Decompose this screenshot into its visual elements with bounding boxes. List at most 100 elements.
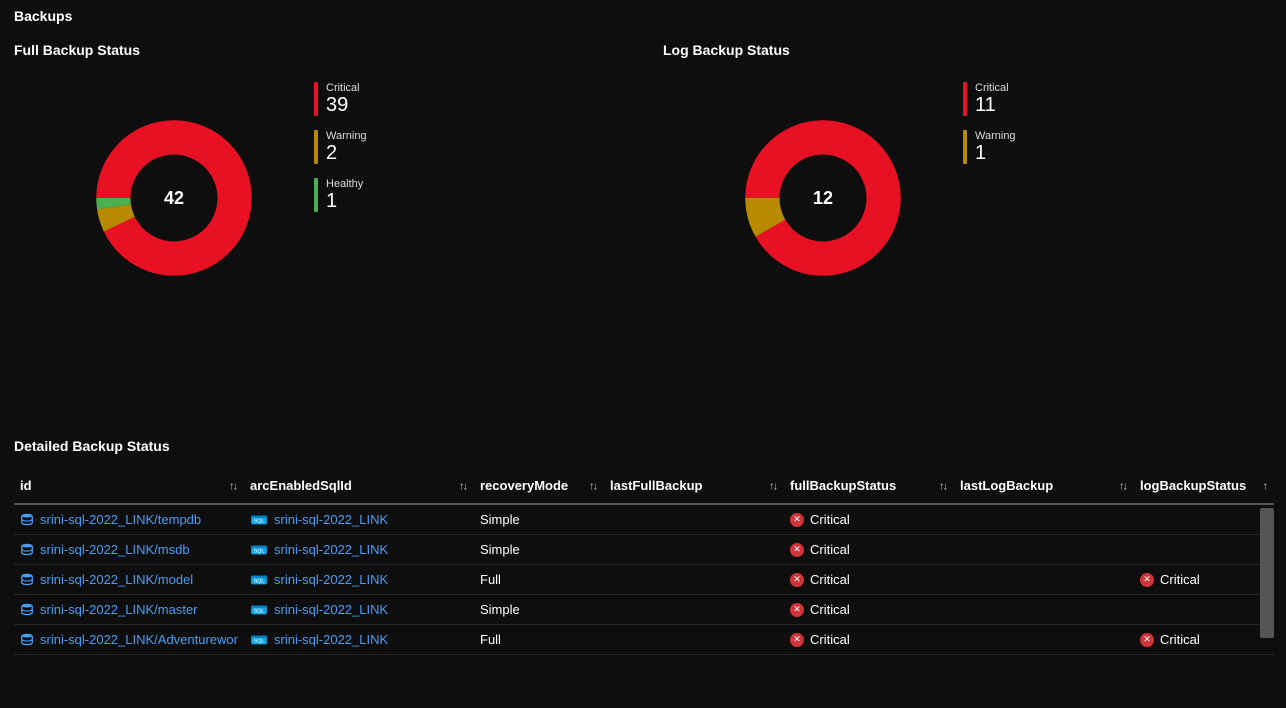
sort-icon[interactable]: ↑↓ [459, 480, 466, 492]
id-text: srini-sql-2022_LINK/Adventurewor [40, 632, 238, 647]
log-backup-chart-title: Log Backup Status [663, 42, 1272, 58]
last-full-backup-cell [604, 504, 784, 535]
critical-icon: ✕ [790, 543, 804, 557]
log-backup-chart-section: Log Backup Status 12 Critical11 Warning1 [663, 42, 1272, 278]
table-row[interactable]: srini-sql-2022_LINK/tempdb SQL srini-sql-2… [14, 504, 1274, 535]
last-log-backup-cell [954, 565, 1134, 595]
arc-text: srini-sql-2022_LINK [274, 512, 388, 527]
log-backup-donut[interactable]: 12 [743, 118, 903, 278]
id-link[interactable]: srini-sql-2022_LINK/tempdb [20, 512, 238, 527]
full-backup-donut[interactable]: 42 [94, 118, 254, 278]
arc-text: srini-sql-2022_LINK [274, 542, 388, 557]
id-link[interactable]: srini-sql-2022_LINK/master [20, 602, 238, 617]
legend-label: Healthy [326, 178, 363, 190]
arc-link[interactable]: SQL srini-sql-2022_LINK [250, 602, 468, 617]
critical-icon: ✕ [1140, 633, 1154, 647]
database-icon [20, 543, 34, 557]
legend-value: 1 [326, 190, 363, 212]
col-header-id[interactable]: id↑↓ [14, 470, 244, 504]
col-header-logstatus[interactable]: logBackupStatus↑ [1134, 470, 1274, 504]
col-header-arc[interactable]: arcEnabledSqlId↑↓ [244, 470, 474, 504]
last-log-backup-cell [954, 625, 1134, 655]
last-log-backup-cell [954, 535, 1134, 565]
charts-row: Full Backup Status 42 Critical39Warning2… [14, 42, 1272, 278]
id-text: srini-sql-2022_LINK/model [40, 572, 193, 587]
legend-color-bar [314, 82, 318, 116]
sort-icon[interactable]: ↑↓ [769, 480, 776, 492]
last-full-backup-cell [604, 625, 784, 655]
legend-item-warning[interactable]: Warning2 [314, 130, 367, 164]
sql-server-icon: SQL [250, 513, 268, 527]
sql-server-icon: SQL [250, 603, 268, 617]
legend-value: 39 [326, 94, 360, 116]
col-header-recovery[interactable]: recoveryMode↑↓ [474, 470, 604, 504]
critical-icon: ✕ [790, 603, 804, 617]
database-icon [20, 513, 34, 527]
table-row[interactable]: srini-sql-2022_LINK/model SQLsrini-sql-20… [14, 565, 1274, 595]
critical-icon: ✕ [790, 513, 804, 527]
database-icon [20, 573, 34, 587]
database-icon [20, 603, 34, 617]
col-header-lastfull[interactable]: lastFullBackup↑↓ [604, 470, 784, 504]
recovery-mode-cell: Full [474, 625, 604, 655]
arc-link[interactable]: SQLsrini-sql-2022_LINK [250, 572, 468, 587]
col-header-lastlog[interactable]: lastLogBackup↑↓ [954, 470, 1134, 504]
sort-icon[interactable]: ↑ [1263, 480, 1267, 492]
sort-icon[interactable]: ↑↓ [1119, 480, 1126, 492]
table-row[interactable]: srini-sql-2022_LINK/msdb SQL srini-sql-202… [14, 535, 1274, 565]
critical-icon: ✕ [790, 633, 804, 647]
last-full-backup-cell [604, 535, 784, 565]
svg-text:SQL: SQL [254, 608, 265, 614]
arc-link[interactable]: SQL srini-sql-2022_LINK [250, 542, 468, 557]
sort-icon[interactable]: ↑↓ [229, 480, 236, 492]
id-link[interactable]: srini-sql-2022_LINK/Adventurewor [20, 632, 238, 647]
detailed-backup-status-title: Detailed Backup Status [14, 438, 1272, 454]
sql-server-icon: SQL [250, 633, 268, 647]
log-backup-status: ✕Critical [1140, 632, 1268, 647]
log-backup-legend: Critical11 Warning1 [963, 82, 1016, 164]
legend-color-bar [963, 130, 967, 164]
col-header-fullstatus[interactable]: fullBackupStatus↑↓ [784, 470, 954, 504]
svg-text:SQL: SQL [254, 548, 265, 554]
legend-label: Warning [975, 130, 1016, 142]
page-title: Backups [14, 8, 1272, 24]
recovery-mode-cell: Simple [474, 504, 604, 535]
id-text: srini-sql-2022_LINK/master [40, 602, 198, 617]
legend-item-healthy[interactable]: Healthy1 [314, 178, 367, 212]
svg-text:SQL: SQL [254, 518, 265, 524]
legend-item-critical[interactable]: Critical11 [963, 82, 1016, 116]
id-link[interactable]: srini-sql-2022_LINK/model [20, 572, 238, 587]
legend-color-bar [314, 130, 318, 164]
full-backup-chart-title: Full Backup Status [14, 42, 623, 58]
detailed-backup-table: id↑↓ arcEnabledSqlId↑↓ recoveryMode↑↓ la… [14, 470, 1274, 655]
legend-value: 2 [326, 142, 367, 164]
full-backup-legend: Critical39 Warning2 Healthy1 [314, 82, 367, 212]
arc-link[interactable]: SQLsrini-sql-2022_LINK [250, 632, 468, 647]
critical-icon: ✕ [790, 573, 804, 587]
legend-color-bar [963, 82, 967, 116]
recovery-mode-cell: Simple [474, 595, 604, 625]
id-link[interactable]: srini-sql-2022_LINK/msdb [20, 542, 238, 557]
sql-server-icon: SQL [250, 543, 268, 557]
full-backup-status: ✕Critical [790, 602, 948, 617]
arc-link[interactable]: SQL srini-sql-2022_LINK [250, 512, 468, 527]
legend-item-critical[interactable]: Critical39 [314, 82, 367, 116]
full-backup-status: ✕Critical [790, 632, 948, 647]
last-log-backup-cell [954, 504, 1134, 535]
log-backup-total: 12 [743, 118, 903, 278]
detailed-backup-table-wrap: id↑↓ arcEnabledSqlId↑↓ recoveryMode↑↓ la… [14, 470, 1272, 655]
sort-icon[interactable]: ↑↓ [589, 480, 596, 492]
arc-text: srini-sql-2022_LINK [274, 602, 388, 617]
table-row[interactable]: srini-sql-2022_LINK/master SQL srini-sql-2… [14, 595, 1274, 625]
full-backup-total: 42 [94, 118, 254, 278]
scrollbar-thumb[interactable] [1260, 508, 1274, 638]
svg-text:SQL: SQL [254, 638, 265, 644]
legend-label: Warning [326, 130, 367, 142]
legend-label: Critical [975, 82, 1009, 94]
last-full-backup-cell [604, 595, 784, 625]
arc-text: srini-sql-2022_LINK [274, 572, 388, 587]
full-backup-chart-section: Full Backup Status 42 Critical39 Warning2… [14, 42, 623, 278]
sort-icon[interactable]: ↑↓ [939, 480, 946, 492]
table-row[interactable]: srini-sql-2022_LINK/Adventurewor SQLsrini… [14, 625, 1274, 655]
legend-item-warning[interactable]: Warning1 [963, 130, 1016, 164]
